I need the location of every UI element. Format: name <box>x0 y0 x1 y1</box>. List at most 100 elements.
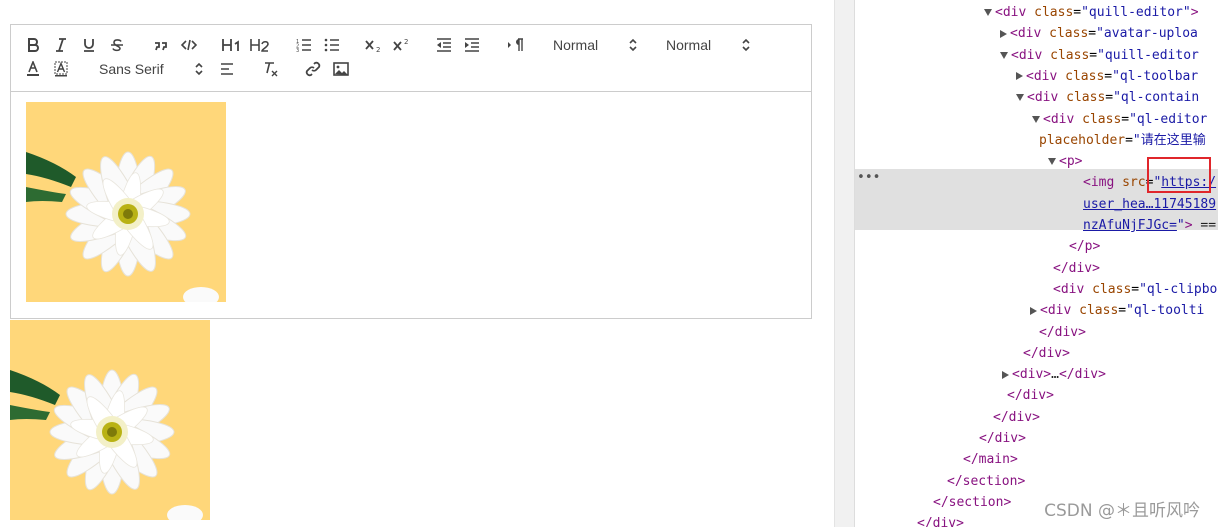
dom-tree-line[interactable]: </div> <box>1039 322 1086 343</box>
font-select[interactable]: Sans Serif <box>99 59 203 79</box>
dom-tree-line-text: </div> <box>917 516 964 527</box>
subscript-button[interactable]: 2 <box>363 35 385 55</box>
dom-tree-line-text: nzAfuNjFJGc="> == <box>1083 218 1217 233</box>
dom-tree-line-text: </div> <box>1023 345 1070 361</box>
dom-tree-line[interactable]: <div class="avatar-uploa <box>1000 23 1198 44</box>
dom-tree-line[interactable]: <div>…</div> <box>1002 364 1106 385</box>
dom-tree-line-text: <div class="ql-clipbo <box>1053 281 1218 297</box>
dom-tree-line[interactable]: placeholder="请在这里输 <box>1039 130 1206 151</box>
subscript-icon: 2 <box>365 40 380 52</box>
dom-tree-line[interactable]: </p> <box>1069 236 1100 257</box>
expand-triangle-icon[interactable] <box>1016 94 1024 102</box>
dom-tree-line-text: <div class="avatar-uploa <box>1010 26 1198 42</box>
dom-tree-line-text: <div>…</div> <box>1012 367 1106 383</box>
dom-tree-line[interactable]: <div class="quill-editor"> <box>984 2 1199 23</box>
background-color-icon <box>54 61 68 77</box>
dom-tree-line[interactable]: </section> <box>947 471 1025 492</box>
indent-button[interactable] <box>461 35 483 55</box>
image-icon <box>333 62 349 76</box>
expand-triangle-icon[interactable] <box>1000 51 1008 59</box>
strikethrough-icon <box>111 39 123 52</box>
text-direction-icon <box>508 38 523 51</box>
dom-tree-line[interactable]: </section> <box>933 492 1011 513</box>
dom-tree-line-text: <div class="ql-toolti <box>1040 303 1205 319</box>
outdent-button[interactable] <box>433 35 455 55</box>
dom-tree-line[interactable]: user_hea…11745189 <box>1083 194 1216 215</box>
underline-button[interactable] <box>79 35 99 55</box>
header-select-value: Normal <box>553 37 599 53</box>
bullet-list-button[interactable] <box>321 35 343 55</box>
dom-tree-line-text: <div class="ql-editor <box>1043 111 1208 127</box>
dom-tree-line-text: user_hea…11745189 <box>1083 196 1217 212</box>
dom-tree-line-text: <div class="quill-editor <box>1011 47 1199 63</box>
ordered-list-button[interactable]: 123 <box>293 35 315 55</box>
bold-button[interactable] <box>23 35 43 55</box>
link-icon <box>305 61 321 77</box>
dom-tree-line[interactable]: <div class="ql-toolti <box>1030 300 1204 321</box>
font-color-icon <box>27 61 39 76</box>
page-scrollbar[interactable] <box>834 0 854 527</box>
dom-tree-line[interactable]: </div> <box>917 513 964 527</box>
code-block-button[interactable] <box>179 35 199 55</box>
dom-tree-line-text: placeholder="请在这里输 <box>1039 132 1206 148</box>
dom-tree-line[interactable]: </div> <box>993 407 1040 428</box>
align-button[interactable] <box>217 59 237 79</box>
collapse-triangle-icon[interactable] <box>1030 306 1037 315</box>
svg-text:2: 2 <box>376 46 380 52</box>
dom-tree-line[interactable]: </main> <box>963 449 1018 470</box>
link-button[interactable] <box>303 59 323 79</box>
dom-tree-line[interactable]: <div class="ql-contain <box>1016 87 1199 108</box>
expand-triangle-icon[interactable] <box>1032 115 1040 123</box>
dom-tree-line[interactable]: nzAfuNjFJGc="> == <box>1083 215 1216 236</box>
dom-tree-line[interactable]: <div class="quill-editor <box>1000 45 1199 66</box>
dom-tree-line[interactable]: <p> <box>1048 151 1082 172</box>
dom-tree-line[interactable]: <div class="ql-clipbo <box>1053 279 1217 300</box>
header-2-button[interactable] <box>249 35 271 55</box>
quill-editor: 123 2 2 Normal Normal Sans Serif <box>10 24 812 319</box>
node-more-icon[interactable]: ••• <box>857 170 880 185</box>
dom-tree-line[interactable]: </div> <box>979 428 1026 449</box>
dom-tree-line[interactable]: <div class="ql-toolbar <box>1016 66 1198 87</box>
font-color-button[interactable] <box>23 59 43 79</box>
strike-button[interactable] <box>107 35 127 55</box>
underline-icon <box>84 39 94 52</box>
dom-tree-line[interactable]: </div> <box>1053 258 1100 279</box>
expand-triangle-icon[interactable] <box>984 9 992 16</box>
flower-image-preview-graphic <box>10 320 210 520</box>
collapse-triangle-icon[interactable] <box>1002 370 1009 379</box>
background-color-button[interactable] <box>51 59 71 79</box>
clean-button[interactable] <box>261 59 281 79</box>
dom-tree-line-text: </div> <box>1039 324 1086 340</box>
ql-editor-content[interactable] <box>11 91 811 318</box>
collapse-triangle-icon[interactable] <box>1016 72 1023 81</box>
superscript-button[interactable]: 2 <box>391 35 413 55</box>
expand-triangle-icon[interactable] <box>1048 158 1056 166</box>
dom-tree-line[interactable]: </div> <box>1023 343 1070 364</box>
dom-tree-line[interactable]: </div> <box>1007 385 1054 406</box>
size-select-value: Normal <box>666 37 712 53</box>
watermark: CSDN @＊且听风吟 <box>1042 496 1202 521</box>
dom-tree-line-text: </div> <box>1053 260 1100 276</box>
h2-icon <box>250 39 269 52</box>
direction-button[interactable] <box>505 35 527 55</box>
red-annotation-box <box>1147 157 1211 193</box>
code-icon <box>181 39 197 51</box>
dom-tree-line-text: </div> <box>979 431 1026 446</box>
header-1-button[interactable] <box>221 35 243 55</box>
dom-tree-line-text: </div> <box>1007 388 1054 404</box>
dom-tree-line-text: <div class="quill-editor"> <box>995 5 1199 20</box>
dom-tree-line[interactable]: <div class="ql-editor <box>1032 109 1207 130</box>
italic-button[interactable] <box>51 35 71 55</box>
indent-icon <box>465 38 479 52</box>
italic-icon <box>56 38 66 52</box>
size-select[interactable]: Normal <box>666 35 750 55</box>
blockquote-button[interactable] <box>151 35 171 55</box>
ql-toolbar: 123 2 2 Normal Normal Sans Serif <box>11 25 811 92</box>
collapse-triangle-icon[interactable] <box>1000 29 1007 38</box>
flower-image <box>26 102 226 302</box>
dom-tree-line-text: </p> <box>1069 239 1101 255</box>
header-select[interactable]: Normal <box>553 35 637 55</box>
clear-format-icon <box>265 62 278 77</box>
flower-image-graphic <box>26 102 226 302</box>
image-button[interactable] <box>331 59 351 79</box>
